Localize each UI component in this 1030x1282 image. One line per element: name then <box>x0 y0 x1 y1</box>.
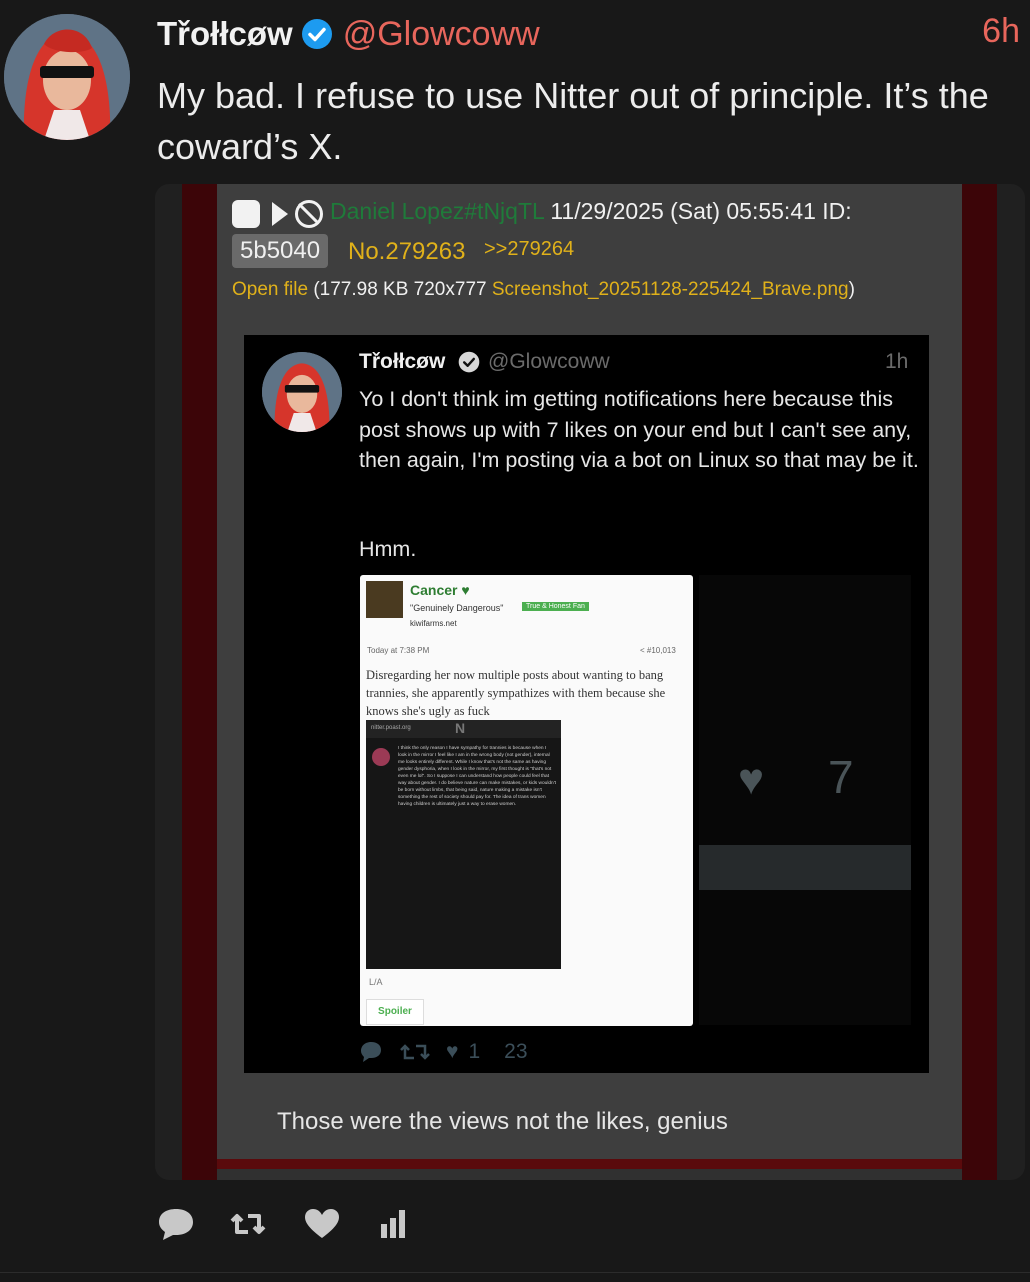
nitter-logo-icon: N <box>455 720 466 736</box>
frame-right <box>962 184 997 1180</box>
reply-icon <box>361 1042 381 1062</box>
inner-handle: @Glowcoww <box>488 350 610 373</box>
ban-icon <box>295 200 323 228</box>
stats-icon[interactable] <box>377 1206 417 1242</box>
forum-username: Cancer ♥ <box>410 582 470 598</box>
chan-caption: Those were the views not the likes, geni… <box>277 1108 728 1135</box>
divider <box>0 1272 1030 1273</box>
frame-bottom-gray <box>217 1169 962 1180</box>
author-line: Třołłcøw @Glowcoww <box>157 12 540 56</box>
reply-icon[interactable] <box>156 1206 196 1242</box>
checkbox-icon <box>232 200 260 228</box>
verified-badge-icon <box>301 19 332 49</box>
handle[interactable]: @Glowcoww <box>343 15 540 54</box>
file-info: Open file (177.98 KB 720x777 Screenshot_… <box>232 276 932 303</box>
heart-icon: ♥ <box>738 755 765 804</box>
frame-left <box>182 184 217 1180</box>
like-panel <box>699 575 911 1025</box>
repost-icon <box>400 1044 430 1060</box>
poster-id: 5b5040 <box>232 234 329 268</box>
forum-badge: True & Honest Fan <box>522 602 589 611</box>
inner-avatar <box>262 352 342 432</box>
forum-site: kiwifarms.net <box>410 619 457 628</box>
frame-bottom <box>217 1159 962 1169</box>
open-file-link: Open file <box>232 279 309 300</box>
nested-site: nitter.poast.org <box>371 725 411 731</box>
avatar[interactable] <box>4 14 130 140</box>
inner-verified-icon <box>458 351 480 373</box>
post-number: No.279263 <box>348 238 466 265</box>
play-triangle-icon <box>272 202 288 226</box>
nested-text: I think the only reason I have sympathy … <box>398 746 556 807</box>
repost-icon[interactable] <box>228 1206 268 1242</box>
file-name: Screenshot_20251128-225424_Brave.png <box>491 279 849 300</box>
file-close: ) <box>848 279 855 300</box>
forum-avatar <box>366 581 403 618</box>
chan-post-meta: Daniel Lopez#tNjqTL 11/29/2025 (Sat) 05:… <box>330 198 852 225</box>
heart-icon: ♥ <box>461 582 470 598</box>
like-count: 1 <box>468 1040 481 1063</box>
likes-shown: 7 <box>828 751 854 803</box>
forum-la: L/A <box>369 977 383 987</box>
forum-post-text: Disregarding her now multiple posts abou… <box>366 668 666 718</box>
forum-post-number: < #10,013 <box>640 646 676 655</box>
quote-link: >>279264 <box>484 238 575 260</box>
like-icon[interactable] <box>302 1206 342 1242</box>
inner-time: 1h <box>885 350 909 373</box>
file-meta: (177.98 KB 720x777 <box>313 279 487 300</box>
display-name[interactable]: Třołłcøw <box>157 15 293 53</box>
like-icon: ♥ <box>446 1040 459 1063</box>
poster-name: Daniel Lopez#tNjqTL <box>330 198 544 224</box>
post-time[interactable]: 6h <box>982 12 1020 51</box>
inner-display-name: Třołłcøw <box>359 350 446 373</box>
panel-bar <box>699 845 911 890</box>
forum-user-title: "Genuinely Dangerous" <box>410 603 504 613</box>
view-count: 23 <box>504 1040 528 1063</box>
forum-date: Today at 7:38 PM <box>367 646 430 655</box>
inner-actions: ♥ 1 23 <box>358 1040 528 1064</box>
inner-body: Yo I don't think im getting notification… <box>359 387 919 472</box>
spoiler-button: Spoiler <box>366 999 424 1025</box>
post-body: My bad. I refuse to use Nitter out of pr… <box>157 75 989 167</box>
inner-body-2: Hmm. <box>359 537 417 561</box>
nested-avatar <box>372 748 390 766</box>
post-datetime: 11/29/2025 (Sat) 05:55:41 ID: <box>550 198 852 224</box>
